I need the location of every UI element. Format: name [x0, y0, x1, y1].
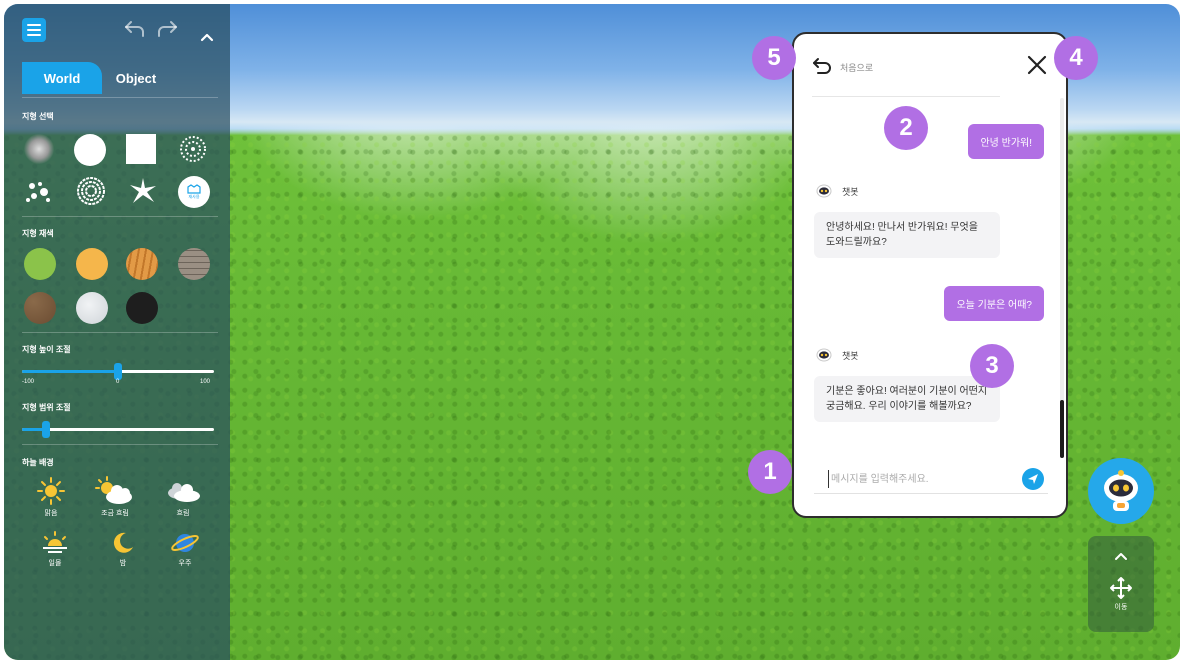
tab-world[interactable]: World [22, 62, 102, 94]
shape-circle-brush[interactable] [74, 134, 106, 166]
texture-dirt[interactable] [24, 292, 56, 324]
section-sky: 하늘 배경 [22, 458, 54, 467]
divider [22, 444, 218, 445]
tab-object[interactable]: Object [102, 62, 170, 94]
move-arrows-icon [1110, 577, 1132, 599]
sun-icon [37, 477, 65, 505]
sky-label: 우주 [178, 560, 192, 567]
section-terrain-height: 지형 높이 조절 [22, 345, 71, 354]
message-input[interactable] [828, 470, 1018, 488]
shape-splatter-brush[interactable] [24, 176, 54, 206]
sky-label: 일몰 [48, 560, 62, 567]
divider [22, 332, 218, 333]
move-control[interactable]: 이동 [1088, 536, 1154, 632]
texture-sand[interactable] [76, 248, 108, 280]
sky-label: 흐림 [176, 510, 190, 517]
message-input-row [814, 464, 1048, 494]
shape-noise-brush[interactable] [178, 134, 208, 164]
height-max-label: 100 [200, 379, 211, 385]
height-slider-fill [22, 370, 118, 373]
chatbot-fab-button[interactable] [1088, 458, 1154, 524]
hamburger-menu-icon[interactable] [22, 18, 46, 42]
chat-scrollbar[interactable] [1060, 98, 1064, 458]
shape-soft-brush[interactable] [24, 134, 54, 164]
range-slider[interactable] [22, 421, 214, 438]
send-icon [1028, 474, 1038, 484]
texture-brick[interactable] [178, 248, 210, 280]
bot-name: 챗봇 [842, 186, 859, 197]
marker-5: 5 [752, 36, 796, 80]
sky-option-clear[interactable]: 맑음 [28, 476, 74, 518]
chatbot-window: 처음으로 안녕 반가워! 챗봇 안녕하세요! 만나서 반가워요! 무엇을 도와드… [792, 32, 1068, 518]
back-arrow-icon[interactable] [812, 56, 832, 76]
panel-tabs: World Object [22, 62, 218, 96]
user-message: 오늘 기분은 어때? [944, 286, 1044, 321]
custom-shape-label: 재사용 [188, 194, 200, 199]
moon-icon [113, 532, 133, 553]
divider [22, 216, 218, 217]
undo-icon[interactable] [122, 16, 148, 42]
marker-4: 4 [1054, 36, 1098, 80]
shape-custom-brush[interactable]: 재사용 [178, 176, 210, 208]
marker-1: 1 [748, 450, 792, 494]
height-mid-label: 0 [116, 379, 120, 385]
range-slider-thumb[interactable] [42, 421, 50, 438]
shape-square-brush[interactable] [126, 134, 156, 164]
bot-avatar-icon [816, 184, 832, 198]
custom-shape-icon [187, 184, 201, 194]
partly-cloudy-icon [95, 476, 132, 504]
cloudy-icon [168, 483, 200, 502]
user-message: 안녕 반가워! [968, 124, 1044, 159]
chat-header: 처음으로 [794, 34, 1066, 96]
sky-option-sunset[interactable]: 일몰 [32, 530, 78, 568]
height-slider-thumb[interactable] [114, 363, 122, 380]
sunset-icon [43, 531, 67, 553]
texture-wood[interactable] [126, 248, 158, 280]
sky-option-partly-cloudy[interactable]: 조금 흐림 [92, 476, 138, 518]
bot-header: 챗봇 [816, 184, 859, 198]
send-button[interactable] [1022, 468, 1044, 490]
close-icon[interactable] [1026, 54, 1048, 76]
marker-3: 3 [970, 344, 1014, 388]
divider [22, 97, 218, 98]
world-editor-panel: World Object 지형 선택 재사용 지형 재색 지형 높이 조절 -1… [4, 4, 230, 660]
section-terrain-shape: 지형 선택 [22, 112, 54, 121]
marker-2: 2 [884, 106, 928, 150]
sky-label: 밤 [119, 560, 127, 567]
header-divider [812, 96, 1000, 97]
chat-scrollbar-thumb[interactable] [1060, 400, 1064, 458]
bot-message: 안녕하세요! 만나서 반가워요! 무엇을 도와드릴까요? [814, 212, 1000, 258]
bot-name: 챗봇 [842, 350, 859, 361]
move-label: 이동 [1114, 604, 1128, 611]
bot-avatar-icon [816, 348, 832, 362]
texture-dark[interactable] [126, 292, 158, 324]
bot-message: 기분은 좋아요! 여러분이 기분이 어떤지 궁금해요. 우리 이야기를 해볼까요… [814, 376, 1000, 422]
section-terrain-range: 지형 범위 조절 [22, 403, 71, 412]
chevron-up-icon[interactable] [1111, 546, 1131, 566]
section-terrain-texture: 지형 재색 [22, 229, 54, 238]
planet-icon [171, 534, 199, 552]
texture-snow[interactable] [76, 292, 108, 324]
redo-icon[interactable] [154, 16, 180, 42]
shape-star-brush[interactable] [128, 176, 158, 206]
sky-label: 조금 흐림 [101, 510, 129, 517]
sky-option-cloudy[interactable]: 흐림 [160, 476, 206, 518]
sky-label: 맑음 [44, 510, 58, 517]
robot-icon [1104, 470, 1138, 511]
bot-header: 챗봇 [816, 348, 859, 362]
shape-mesh-brush[interactable] [76, 176, 106, 206]
sky-option-night[interactable]: 밤 [100, 530, 146, 568]
collapse-chevron-icon[interactable] [198, 28, 216, 46]
back-to-start-link[interactable]: 처음으로 [840, 61, 873, 74]
texture-grass[interactable] [24, 248, 56, 280]
sky-option-space[interactable]: 우주 [162, 530, 208, 568]
height-slider[interactable] [22, 363, 214, 380]
height-min-label: -100 [22, 379, 35, 385]
